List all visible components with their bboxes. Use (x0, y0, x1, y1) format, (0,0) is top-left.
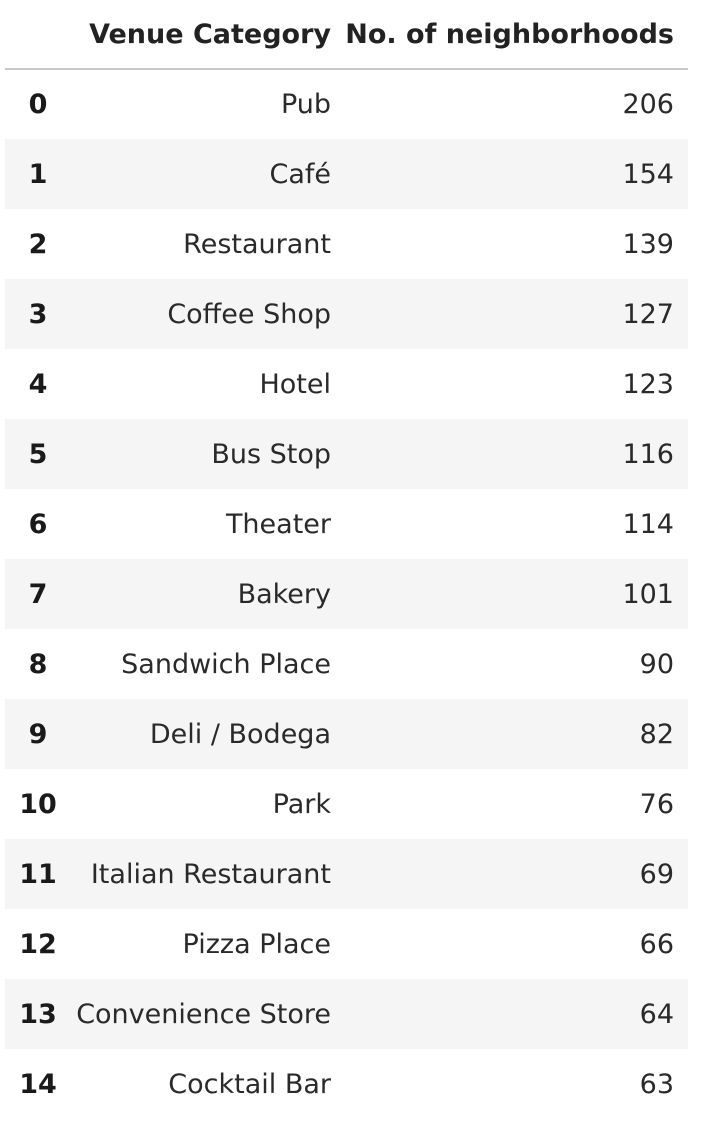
neighborhood-count-cell: 66 (639, 928, 674, 960)
neighborhood-count-cell: 127 (622, 298, 674, 330)
neighborhood-count-cell: 139 (622, 228, 674, 260)
row-index: 14 (19, 1068, 57, 1100)
neighborhood-count-cell: 69 (639, 858, 674, 890)
venue-category-cell: Pizza Place (182, 928, 331, 960)
neighborhood-count-cell: 101 (622, 578, 674, 610)
row-index: 8 (28, 648, 48, 680)
table-row: 3 Coffee Shop 127 (5, 279, 688, 349)
header-row: Venue Category No. of neighborhoods (5, 0, 688, 70)
venue-category-cell: Pub (280, 89, 331, 120)
table-row: 13 Convenience Store 64 (5, 979, 688, 1049)
row-index: 3 (28, 298, 48, 330)
row-index: 11 (19, 858, 57, 890)
venue-category-cell: Bus Stop (211, 438, 331, 470)
index-header (5, 0, 71, 70)
row-index: 2 (28, 228, 48, 260)
table-header: Venue Category No. of neighborhoods (5, 0, 688, 70)
table-row: 6 Theater 114 (5, 489, 688, 559)
row-index: 13 (19, 998, 57, 1030)
neighborhood-count-cell: 123 (622, 368, 674, 400)
row-index: 6 (28, 508, 48, 540)
venue-category-cell: Coffee Shop (167, 298, 331, 330)
row-index: 9 (28, 718, 48, 750)
table-row: 5 Bus Stop 116 (5, 419, 688, 489)
neighborhood-count-cell: 116 (622, 438, 674, 470)
neighborhood-count-cell: 76 (639, 788, 674, 820)
table-row: 8 Sandwich Place 90 (5, 629, 688, 699)
row-index: 1 (28, 158, 48, 190)
row-index: 5 (28, 438, 48, 470)
table-row: 9 Deli / Bodega 82 (5, 699, 688, 769)
table-row: 12 Pizza Place 66 (5, 909, 688, 979)
table-row: 1 Café 154 (5, 139, 688, 209)
venue-category-cell: Park (272, 788, 331, 820)
venue-category-cell: Hotel (259, 368, 331, 400)
table-row: 4 Hotel 123 (5, 349, 688, 419)
venue-category-cell: Convenience Store (76, 998, 331, 1030)
neighborhood-count-cell: 114 (622, 508, 674, 540)
table-row: 14 Cocktail Bar 63 (5, 1049, 688, 1119)
row-index: 4 (28, 368, 48, 400)
row-index: 0 (28, 89, 48, 120)
table-row: 2 Restaurant 139 (5, 209, 688, 279)
venue-category-cell: Restaurant (183, 228, 331, 260)
column-header-neighborhood-count: No. of neighborhoods (345, 0, 688, 70)
venue-category-cell: Deli / Bodega (149, 718, 331, 750)
neighborhood-count-cell: 90 (639, 648, 674, 680)
row-index: 7 (28, 578, 48, 610)
dataframe-table: Venue Category No. of neighborhoods 0 Pub… (5, 0, 688, 1119)
venue-category-cell: Italian Restaurant (90, 858, 331, 890)
table-row: 11 Italian Restaurant 69 (5, 839, 688, 909)
venue-category-cell: Sandwich Place (121, 648, 331, 680)
table-row: 0 Pub 206 (5, 69, 688, 139)
venue-category-cell: Bakery (237, 578, 331, 610)
venue-category-cell: Cocktail Bar (168, 1068, 331, 1100)
column-header-venue-category: Venue Category (71, 0, 345, 70)
row-index: 10 (19, 788, 57, 820)
neighborhood-count-cell: 82 (639, 718, 674, 750)
dataframe-container: Venue Category No. of neighborhoods 0 Pub… (5, 0, 688, 1119)
neighborhood-count-cell: 206 (622, 89, 674, 120)
row-index: 12 (19, 928, 57, 960)
neighborhood-count-cell: 64 (639, 998, 674, 1030)
neighborhood-count-cell: 63 (639, 1068, 674, 1100)
venue-category-cell: Café (269, 158, 331, 190)
neighborhood-count-cell: 154 (622, 158, 674, 190)
table-row: 7 Bakery 101 (5, 559, 688, 629)
table-row: 10 Park 76 (5, 769, 688, 839)
table-body: 0 Pub 206 1 Café 154 2 Restaurant 139 3 Coffee Sho… (5, 69, 688, 1119)
venue-category-cell: Theater (225, 508, 331, 540)
